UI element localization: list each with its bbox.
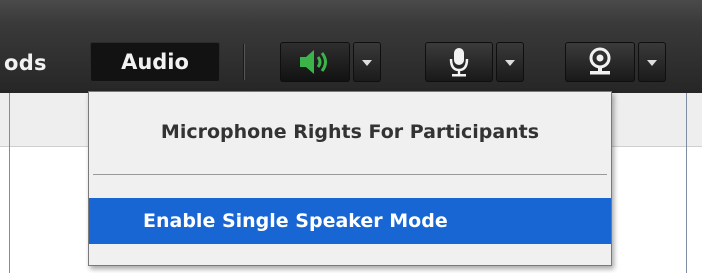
pod-border-left [9,93,10,273]
speaker-button[interactable] [280,42,350,82]
menu-item-microphone-rights[interactable]: Microphone Rights For Participants [89,112,611,152]
audio-menu-tab[interactable]: Audio [90,42,220,82]
webcam-options-dropdown[interactable] [638,42,666,82]
microphone-button[interactable] [425,42,493,82]
pod-border-right [686,93,687,273]
meeting-toolbar: ods Audio [0,0,702,93]
speaker-options-dropdown[interactable] [353,42,381,82]
audio-dropdown-menu: Microphone Rights For Participants Enabl… [88,91,612,266]
toolbar-separator [243,44,244,80]
microphone-options-dropdown[interactable] [496,42,524,82]
webcam-button[interactable] [565,42,635,82]
menu-item-enable-single-speaker-mode[interactable]: Enable Single Speaker Mode [89,198,611,244]
menu-separator [93,174,607,175]
menu-item-partial[interactable]: ods [4,48,47,78]
